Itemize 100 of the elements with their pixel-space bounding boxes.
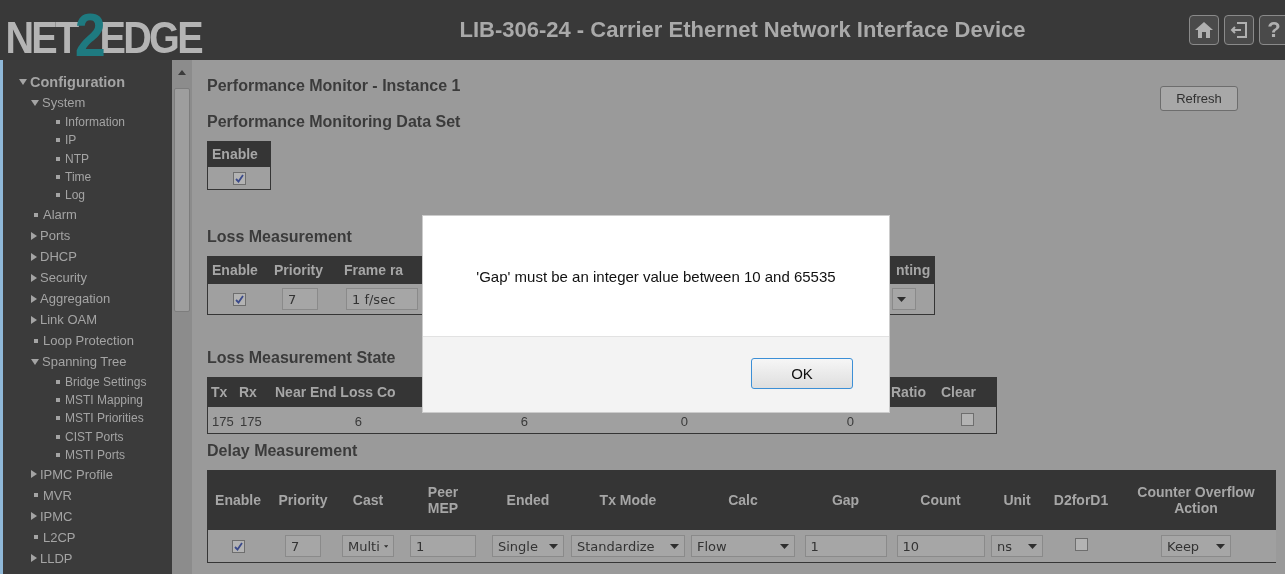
bullet-icon [56, 379, 60, 384]
bullet-icon [34, 339, 38, 343]
column-header: Gap [831, 491, 860, 508]
bullet-icon [56, 175, 60, 180]
checkbox[interactable] [1074, 538, 1088, 551]
nav-item[interactable]: IPMC [40, 508, 73, 524]
bullet-icon [56, 397, 60, 402]
select-field[interactable]: 1 f/sec [346, 288, 418, 310]
scrollbar[interactable] [172, 60, 192, 574]
nav-item[interactable]: DHCP [40, 249, 77, 265]
column-header: Enable [208, 141, 270, 167]
section-heading: Delay Measurement [207, 442, 359, 460]
column-header: Near End Loss Co [274, 384, 397, 400]
column-header: Cast [352, 491, 384, 508]
input-field[interactable]: 7 [285, 535, 321, 557]
input-field[interactable]: 1 [804, 535, 887, 557]
column-header: Enable [212, 262, 258, 278]
nav-item[interactable]: Ports [40, 228, 71, 244]
section-heading: Loss Measurement [207, 228, 353, 246]
select-field[interactable]: Keep [1161, 535, 1231, 557]
nav-item[interactable]: Link OAM [40, 312, 98, 328]
column-header: Priority [274, 262, 323, 278]
column-header: Calc [728, 491, 758, 508]
column-header: Priority [278, 491, 328, 508]
caret-icon [780, 543, 789, 549]
column-header: Counter Overflow Action [1137, 483, 1255, 516]
section-heading: Performance Monitoring Data Set [207, 113, 462, 131]
device-title: LIB-306-24 - Carrier Ethernet Network Interface Device [458, 17, 1027, 43]
select-field[interactable]: Single [492, 535, 564, 557]
bullet-icon [56, 156, 60, 161]
table-cell: 6 [354, 414, 362, 429]
column-header: Enable [215, 491, 261, 508]
bullet-icon [56, 434, 60, 439]
column-header: Peer MEP [427, 483, 459, 516]
bullet-icon [34, 493, 38, 498]
column-header: Unit [1003, 491, 1031, 508]
logout-button[interactable] [1224, 15, 1254, 45]
bullet-icon [56, 120, 60, 125]
nav-item[interactable]: IPMC Profile [40, 466, 113, 482]
select-field[interactable]: Flow [691, 535, 795, 557]
column-header: Frame ra [344, 262, 404, 278]
logout-icon [1230, 21, 1248, 39]
checkbox[interactable] [231, 540, 245, 553]
table-cell: 0 [680, 414, 688, 429]
dialog-message: 'Gap' must be an integer value between 10 and 65535 [476, 267, 836, 285]
bullet-icon [56, 452, 60, 457]
home-icon [1194, 21, 1214, 39]
refresh-button[interactable]: Refresh [1160, 86, 1238, 111]
nav-item[interactable]: LLDP [40, 550, 73, 566]
checkbox[interactable] [960, 413, 974, 426]
caret-icon [549, 543, 558, 549]
select-field[interactable]: ns [991, 535, 1043, 557]
input-field[interactable]: 1 [410, 535, 476, 557]
nav-item[interactable]: Configuration [30, 73, 126, 90]
nav-item[interactable]: Loop Protection [43, 333, 135, 349]
nav-item[interactable]: MVR [43, 487, 72, 503]
checkbox[interactable] [232, 293, 246, 306]
caret-icon [383, 543, 388, 549]
nav-item[interactable]: Aggregation [40, 291, 111, 307]
ok-button[interactable]: OK [751, 358, 853, 389]
home-button[interactable] [1189, 15, 1219, 45]
caret-icon [1216, 543, 1225, 549]
table-cell: 0 [846, 414, 854, 429]
caret-icon [670, 543, 679, 549]
select-field[interactable]: Standardize [571, 535, 685, 557]
caret-icon [1028, 543, 1037, 549]
select-field[interactable]: Multi [342, 535, 394, 557]
caret-icon [897, 296, 906, 302]
section-heading: Loss Measurement State [207, 349, 397, 367]
bullet-icon [56, 416, 60, 421]
nav-item[interactable]: Spanning Tree [42, 354, 127, 370]
select-field[interactable] [892, 288, 916, 310]
nav-item[interactable]: System [42, 95, 86, 110]
nav-item[interactable]: MSTI Mapping [65, 392, 144, 407]
nav-item[interactable]: Log [65, 188, 86, 203]
input-field[interactable]: 7 [282, 288, 318, 310]
column-header: Ended [506, 491, 550, 508]
help-button[interactable]: ? [1259, 15, 1285, 45]
column-header: Clear [940, 384, 978, 400]
column-header: Ratio [890, 384, 927, 400]
column-header: Count [920, 491, 961, 508]
nav-item[interactable]: IP [65, 133, 77, 148]
nav-item[interactable]: Alarm [43, 207, 77, 223]
nav-item[interactable]: MSTI Ports [65, 447, 125, 462]
bullet-icon [56, 138, 60, 143]
page-title: Performance Monitor - Instance 1 [207, 77, 462, 95]
nav-item[interactable]: Bridge Settings [65, 374, 147, 389]
input-field[interactable]: 10 [896, 535, 985, 557]
nav-item[interactable]: NTP [65, 151, 89, 166]
nav-item[interactable]: Security [40, 270, 87, 286]
nav-item[interactable]: Information [65, 115, 126, 130]
nav-item[interactable]: Time [65, 170, 92, 185]
column-header: Tx Mode [599, 491, 657, 508]
checkbox[interactable] [232, 171, 246, 185]
nav-item[interactable]: CIST Ports [65, 429, 124, 444]
scroll-up-icon[interactable] [178, 70, 186, 75]
column-header: D2forD1 [1053, 491, 1109, 508]
bullet-icon [34, 213, 38, 217]
nav-item[interactable]: L2CP [43, 529, 76, 545]
nav-item[interactable]: MSTI Priorities [65, 411, 144, 426]
